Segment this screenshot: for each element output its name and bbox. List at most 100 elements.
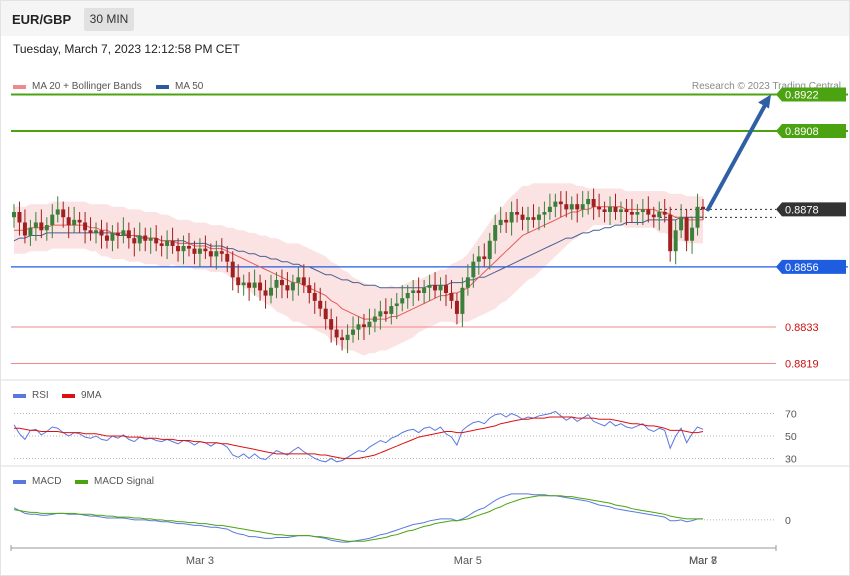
candle-body: [690, 227, 695, 241]
candle-body: [515, 212, 520, 215]
candle-body: [367, 321, 372, 327]
candle-body: [99, 230, 104, 236]
candle-body: [225, 253, 230, 262]
candle-body: [536, 214, 541, 220]
candle-body: [602, 209, 607, 213]
candle-body: [345, 334, 350, 341]
level-label-pivot: 0.8856: [785, 262, 819, 274]
candle-body: [405, 293, 410, 299]
candle-body: [580, 204, 585, 210]
rsi-tick-label: 30: [785, 453, 797, 465]
candle-body: [465, 277, 470, 288]
candle-body: [597, 206, 602, 210]
candle-body: [640, 209, 645, 213]
candle-body: [498, 219, 503, 226]
candle-body: [662, 212, 667, 215]
candle-body: [203, 248, 208, 252]
candle-body: [39, 222, 44, 231]
candle-body: [608, 206, 613, 213]
candle-body: [569, 204, 574, 210]
candle-body: [296, 277, 301, 283]
candle-body: [416, 290, 421, 294]
candle-body: [94, 230, 99, 233]
candle-body: [279, 279, 284, 286]
candle-body: [219, 251, 224, 254]
candle-body: [509, 212, 514, 223]
candle-body: [340, 337, 345, 341]
candle-body: [290, 282, 295, 291]
candle-body: [618, 209, 623, 213]
candle-body: [318, 300, 323, 309]
candle-body: [241, 282, 246, 286]
candle-body: [651, 214, 656, 218]
level-label-last: 0.8878: [785, 204, 819, 216]
rsi-tick-label: 70: [785, 409, 797, 421]
candle-body: [679, 217, 684, 231]
candle-body: [520, 214, 525, 220]
candle-body: [487, 240, 492, 260]
candle-body: [88, 230, 93, 233]
candle-body: [673, 230, 678, 252]
candle-body: [635, 212, 640, 215]
candle-body: [526, 217, 531, 220]
candle-body: [433, 285, 438, 291]
chart-canvas: 0.8922 0.8908 0.8878 0.8856 0.8833 0.8819 70 50…: [1, 87, 849, 567]
macd-tick-label: 0: [785, 515, 791, 527]
candle-body: [44, 225, 49, 231]
candle-body: [77, 219, 82, 223]
candle-body: [137, 235, 142, 244]
candle-body: [22, 222, 27, 236]
candle-body: [657, 212, 662, 218]
candle-body: [356, 324, 361, 330]
candle-body: [312, 293, 317, 301]
level-label-support: 0.8819: [785, 359, 819, 371]
candle-body: [121, 230, 126, 236]
candle-body: [389, 306, 394, 314]
candle-body: [263, 290, 268, 296]
candle-body: [411, 290, 416, 294]
rsi-tick-label: 50: [785, 431, 797, 443]
candle-body: [493, 225, 498, 241]
level-label-support: 0.8833: [785, 322, 819, 334]
candle-body: [422, 287, 427, 294]
candle-body: [110, 232, 115, 241]
candle-body: [12, 212, 16, 218]
candle-body: [55, 209, 60, 215]
candle-body: [176, 245, 181, 252]
candle-body: [258, 282, 263, 291]
candle-body: [460, 287, 465, 314]
candle-body: [329, 319, 334, 330]
candle-body: [372, 316, 377, 322]
candle-body: [531, 217, 536, 220]
candle-body: [575, 204, 580, 210]
candle-body: [668, 214, 673, 252]
candle-body: [285, 285, 290, 291]
candle-body: [197, 248, 202, 254]
candle-body: [274, 279, 279, 288]
candle-body: [236, 277, 241, 286]
candle-body: [323, 308, 328, 320]
candle-body: [629, 212, 634, 215]
candle-body: [443, 285, 448, 294]
candle-body: [383, 311, 388, 314]
candle-body: [334, 329, 339, 338]
candle-body: [159, 243, 164, 246]
candle-body: [438, 285, 443, 291]
candle-body: [181, 245, 186, 252]
candle-body: [269, 287, 274, 296]
candle-body: [361, 324, 366, 327]
candle-body: [143, 235, 148, 241]
level-label-resistance: 0.8922: [785, 89, 819, 101]
candle-body: [695, 206, 700, 228]
candle-body: [126, 230, 131, 239]
candle-body: [504, 219, 509, 223]
candle-body: [192, 248, 197, 254]
candle-body: [454, 300, 459, 314]
candle-body: [170, 240, 175, 246]
candle-body: [208, 251, 213, 257]
candle-body: [351, 329, 356, 335]
candle-body: [558, 201, 563, 205]
candle-body: [83, 222, 88, 231]
candle-body: [449, 293, 454, 301]
candle-body: [378, 311, 383, 317]
